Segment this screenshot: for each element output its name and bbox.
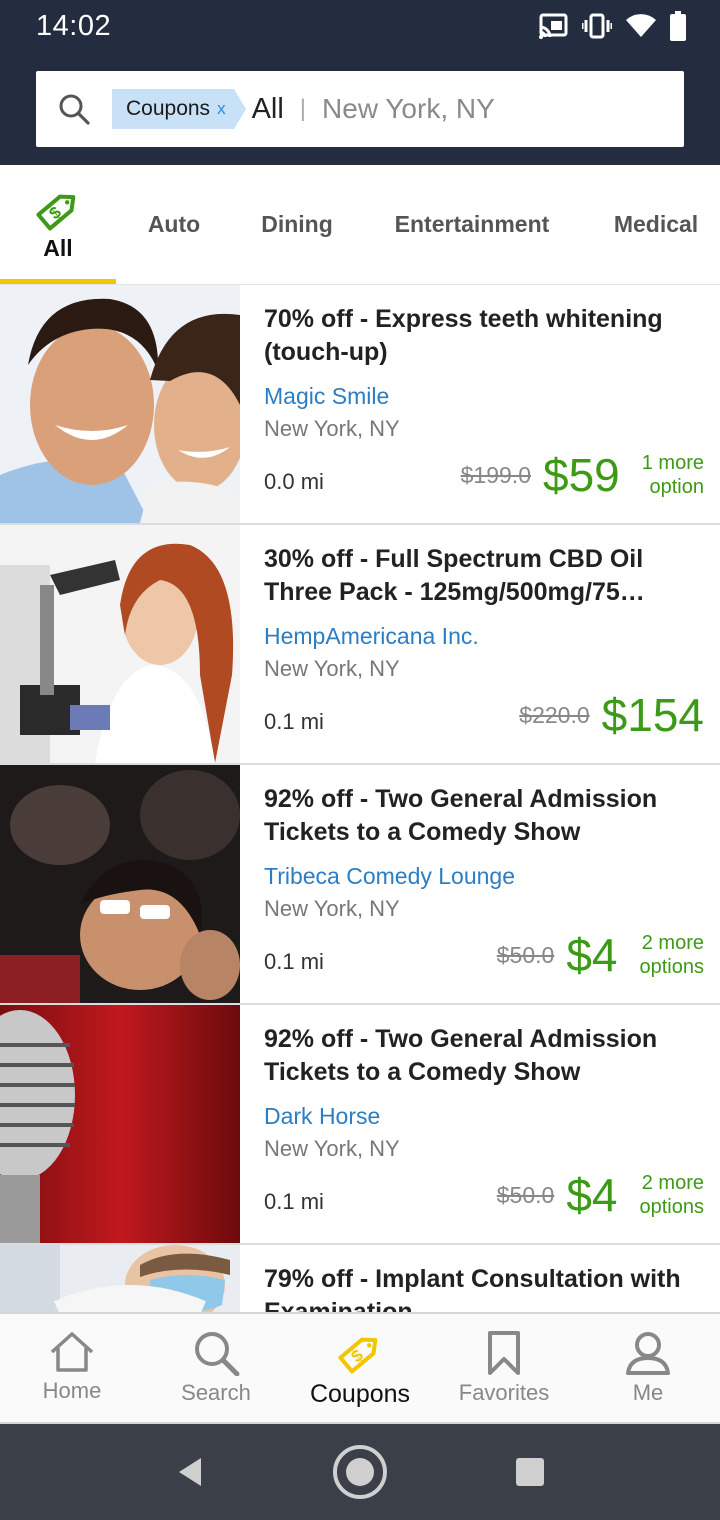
deal-image — [0, 285, 240, 523]
status-icons — [538, 10, 686, 42]
more-options-count: 1 more — [641, 452, 704, 474]
more-options-word: options — [639, 1196, 705, 1218]
search-bar[interactable]: Coupons x All | New York, NY — [36, 71, 684, 147]
deal-image — [0, 525, 240, 763]
back-triangle-icon — [179, 1458, 201, 1486]
deal-distance: 0.1 mi — [264, 1189, 324, 1214]
more-options-link[interactable]: 1 more option — [642, 451, 704, 499]
cast-icon — [539, 13, 568, 39]
category-chip[interactable]: Coupons x — [112, 89, 246, 129]
search-divider: | — [299, 95, 307, 122]
merchant-link[interactable]: Tribeca Comedy Lounge — [264, 863, 515, 890]
original-price: $50.0 — [496, 941, 555, 968]
bookmark-icon — [488, 1331, 520, 1375]
deal-item[interactable]: 70% off - Express teeth whitening (touch… — [0, 285, 720, 525]
nav-label: Me — [632, 1380, 664, 1405]
deal-image — [0, 765, 240, 1003]
original-price: $199.0 — [460, 461, 531, 488]
battery-icon — [670, 11, 686, 41]
deal-title: 92% off - Two General Admission Tickets … — [264, 1025, 658, 1086]
deal-title: 92% off - Two General Admission Tickets … — [264, 785, 658, 846]
more-options-link[interactable]: 2 more options — [640, 1171, 705, 1219]
nav-favorites[interactable]: Favorites — [432, 1314, 576, 1422]
nav-me[interactable]: Me — [576, 1314, 720, 1422]
tab-label: Auto — [147, 210, 201, 237]
deal-item[interactable]: 92% off - Two General Admission Tickets … — [0, 765, 720, 1005]
more-options-count: 2 more — [641, 932, 704, 954]
search-icon — [195, 1332, 240, 1376]
nav-label: Coupons — [309, 1380, 411, 1408]
price-block: $50.0 $4 2 more options — [497, 1167, 704, 1223]
chip-arrow — [233, 89, 246, 129]
recents-button[interactable] — [500, 1424, 560, 1520]
coupon-tag-icon: $ — [36, 194, 76, 230]
more-options-link[interactable]: 2 more options — [640, 931, 705, 979]
deal-image — [0, 1005, 240, 1243]
tab-all[interactable]: $ All — [0, 165, 116, 284]
deal-title: 70% off - Express teeth whitening (touch… — [264, 305, 663, 366]
tab-label: Entertainment — [394, 210, 550, 237]
more-options-word: option — [649, 476, 705, 498]
nav-label: Home — [42, 1378, 102, 1403]
merchant-link[interactable]: HempAmericana Inc. — [264, 623, 479, 650]
deal-price: $59 — [543, 449, 620, 501]
tab-label: All — [43, 234, 73, 261]
search-icon[interactable] — [58, 93, 90, 125]
recents-square-icon — [516, 1458, 544, 1486]
vibrate-icon — [582, 13, 612, 39]
price-block: $199.0 $59 1 more option — [461, 447, 704, 503]
merchant-link[interactable]: Dark Horse — [264, 1103, 380, 1130]
coupon-tag-icon: $ — [338, 1337, 378, 1374]
bottom-navigation: Home Search $ Coupons Favorites Me — [0, 1312, 720, 1424]
back-button[interactable] — [160, 1424, 220, 1520]
system-navigation-bar — [0, 1424, 720, 1520]
home-icon — [50, 1332, 94, 1372]
nav-home[interactable]: Home — [0, 1314, 144, 1422]
active-tab-indicator — [0, 279, 116, 284]
location-field[interactable]: New York, NY — [322, 93, 495, 125]
merchant-link[interactable]: Magic Smile — [264, 383, 389, 410]
chip-remove-button[interactable]: x — [217, 99, 226, 119]
deal-city: New York, NY — [264, 656, 400, 681]
status-time: 14:02 — [36, 10, 112, 42]
tab-label: Dining — [261, 210, 333, 237]
deal-price: $154 — [601, 689, 704, 741]
chip-label: Coupons — [126, 97, 211, 120]
nav-label: Favorites — [458, 1380, 550, 1405]
deal-item[interactable]: 30% off - Full Spectrum CBD Oil Three Pa… — [0, 525, 720, 765]
nav-search[interactable]: Search — [144, 1314, 288, 1422]
tab-medical[interactable]: Medical — [596, 165, 716, 283]
deal-distance: 0.1 mi — [264, 949, 324, 974]
deal-city: New York, NY — [264, 896, 400, 921]
deal-price: $4 — [566, 1169, 618, 1221]
tab-auto[interactable]: Auto — [118, 165, 230, 283]
wifi-icon — [626, 14, 656, 37]
tab-label: Medical — [613, 210, 699, 237]
home-system-button[interactable] — [320, 1424, 400, 1520]
tab-entertainment[interactable]: Entertainment — [380, 165, 564, 283]
deal-distance: 0.0 mi — [264, 469, 324, 494]
nav-coupons[interactable]: $ Coupons — [288, 1314, 432, 1422]
deal-item[interactable]: 92% off - Two General Admission Tickets … — [0, 1005, 720, 1245]
tab-dining[interactable]: Dining — [240, 165, 354, 283]
original-price: $220.0 — [519, 701, 590, 728]
deal-price: $4 — [566, 929, 618, 981]
price-block: $50.0 $4 2 more options — [497, 927, 704, 983]
person-icon — [626, 1332, 670, 1375]
home-circle-icon — [333, 1445, 387, 1499]
price-block: $220.0 $154 — [519, 687, 704, 743]
deal-title: 30% off - Full Spectrum CBD Oil Three Pa… — [264, 545, 645, 606]
search-scope[interactable]: All — [252, 93, 284, 126]
deal-city: New York, NY — [264, 416, 400, 441]
original-price: $50.0 — [496, 1181, 555, 1208]
deal-distance: 0.1 mi — [264, 709, 324, 734]
deal-city: New York, NY — [264, 1136, 400, 1161]
app-header: 14:02 Coupons x All | New York, NY — [0, 0, 720, 165]
more-options-word: options — [639, 956, 705, 978]
more-options-count: 2 more — [641, 1172, 704, 1194]
category-tabs: $ All Auto Dining Entertainment Medical — [0, 165, 720, 285]
nav-label: Search — [181, 1380, 251, 1405]
